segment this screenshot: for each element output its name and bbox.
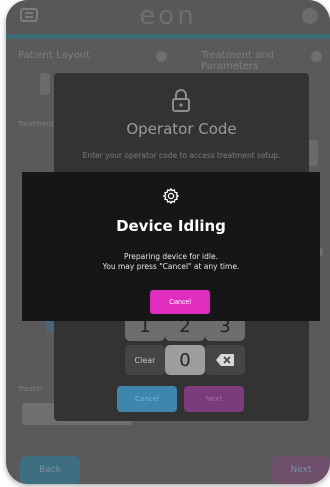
treatment-parameters-toggle[interactable] [311, 51, 322, 62]
brand-logo: eon [139, 1, 197, 31]
backspace-icon [216, 354, 234, 366]
keypad-key-0[interactable]: 0 [165, 345, 205, 375]
operator-cancel-button[interactable]: Cancel [117, 386, 177, 412]
keypad-backspace-button[interactable] [205, 345, 245, 375]
device-idling-title: Device Idling [116, 217, 226, 235]
treatment-label: Treatment [18, 120, 54, 128]
background-next-button[interactable]: Next [272, 456, 330, 484]
app-header: eon [6, 0, 330, 34]
gear-icon [163, 188, 179, 204]
device-idling-modal: Device Idling Preparing device for idle.… [22, 172, 320, 321]
tablet-screen: eon Patient Layout Treatment and Paramet… [6, 0, 330, 484]
patient-layout-label: Patient Layout [18, 50, 90, 61]
device-idling-line-1: Preparing device for idle. [124, 252, 218, 261]
patient-layout-toggle[interactable] [156, 51, 167, 62]
operator-code-description: Enter your operator code to access treat… [82, 151, 281, 160]
treatment-section-label: Treatm [18, 385, 43, 393]
background-panel-marker [40, 73, 50, 95]
device-idling-message: Preparing device for idle. You may press… [32, 252, 310, 272]
idle-cancel-button[interactable]: Cancel [150, 290, 210, 314]
operator-next-button[interactable]: Next [184, 386, 244, 412]
header-accent-line [6, 34, 330, 39]
device-idling-line-2: You may press "Cancel" at any time. [102, 262, 240, 271]
keypad-clear-button[interactable]: Clear [125, 345, 165, 375]
lock-icon [172, 89, 190, 112]
operator-code-title: Operator Code [126, 120, 237, 138]
background-back-button[interactable]: Back [20, 456, 80, 484]
user-icon[interactable] [302, 8, 318, 24]
